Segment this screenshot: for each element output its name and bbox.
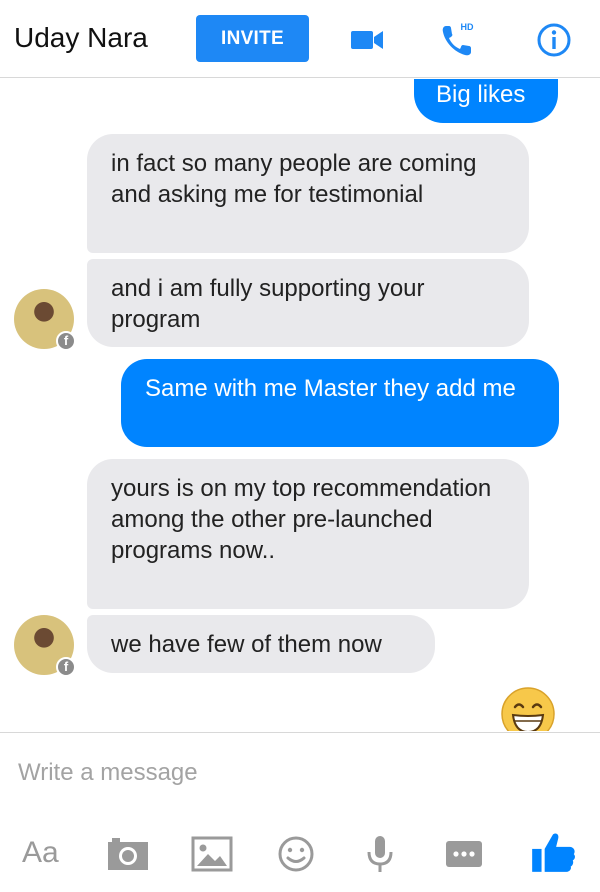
conversation-header: Uday Nara INVITE HD (0, 0, 600, 78)
hd-voice-call-icon[interactable]: HD (437, 18, 481, 62)
message-outgoing[interactable]: Big likes (414, 79, 558, 123)
message-thread[interactable]: Big likes in fact so many people are com… (0, 79, 600, 731)
composer-toolbar: Aa (0, 812, 600, 892)
facebook-badge-icon: f (56, 331, 76, 351)
invite-button[interactable]: INVITE (196, 15, 309, 62)
contact-avatar[interactable]: f (14, 289, 76, 351)
more-icon[interactable] (440, 830, 488, 878)
message-outgoing[interactable]: Same with me Master they add me (121, 359, 559, 447)
grinning-face-emoji-icon (501, 687, 555, 731)
text-format-button[interactable]: Aa (22, 836, 59, 870)
message-input[interactable] (18, 753, 578, 793)
facebook-badge-icon: f (56, 657, 76, 677)
message-incoming[interactable]: in fact so many people are coming and as… (87, 134, 529, 253)
contact-avatar[interactable]: f (14, 615, 76, 677)
microphone-icon[interactable] (356, 830, 404, 878)
thumbs-up-icon[interactable] (528, 826, 578, 876)
contact-name[interactable]: Uday Nara (14, 22, 148, 54)
camera-icon[interactable] (104, 830, 152, 878)
info-icon[interactable] (532, 18, 576, 62)
image-icon[interactable] (188, 830, 236, 878)
message-composer (0, 732, 600, 812)
message-incoming[interactable]: we have few of them now (87, 615, 435, 673)
message-incoming[interactable]: and i am fully supporting your program (87, 259, 529, 347)
video-call-icon[interactable] (345, 18, 389, 62)
emoji-icon[interactable] (272, 830, 320, 878)
hd-label: HD (461, 22, 474, 32)
message-incoming[interactable]: yours is on my top recommendation among … (87, 459, 529, 609)
